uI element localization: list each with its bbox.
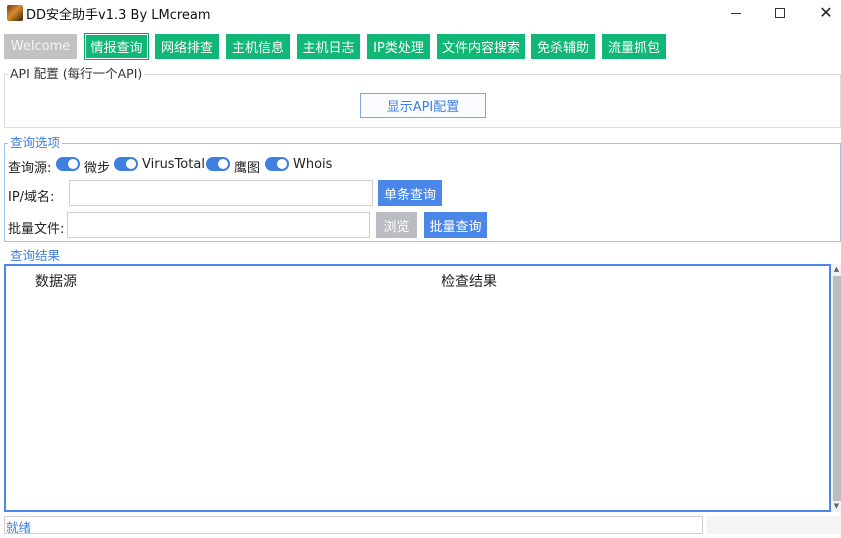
tab-label: 免杀辅助 [536, 41, 589, 56]
tab-welcome[interactable]: Welcome [4, 34, 77, 59]
tab-label: IP类处理 [373, 41, 424, 56]
toggle-whois[interactable] [265, 157, 289, 171]
ip-domain-label: IP/域名: [8, 190, 55, 205]
tab-host-info[interactable]: 主机信息 [226, 34, 290, 59]
status-text: 就绪 [6, 520, 32, 535]
tab-label: 情报查询 [90, 41, 143, 56]
tab-label: 主机信息 [231, 41, 284, 56]
scrollbar-thumb[interactable] [833, 276, 841, 501]
toggle-knob [68, 159, 78, 169]
source-label-whois: Whois [293, 157, 333, 172]
tab-ip-processing[interactable]: IP类处理 [367, 34, 430, 59]
close-icon: ✕ [819, 3, 833, 22]
ip-domain-input[interactable] [69, 180, 373, 206]
tab-label: 文件内容搜索 [441, 41, 520, 56]
maximize-icon [775, 8, 785, 18]
results-table[interactable] [4, 264, 831, 512]
tab-intel-query[interactable]: 情报查询 [84, 33, 149, 60]
toggle-threatbook[interactable] [56, 157, 80, 171]
batch-file-label: 批量文件: [8, 222, 65, 237]
source-label-hunter: 鹰图 [234, 161, 261, 176]
status-bar-extra [707, 516, 841, 534]
status-bar [4, 516, 703, 534]
toggle-knob [277, 159, 287, 169]
minimize-icon [731, 12, 741, 14]
window-title: DD安全助手v1.3 By LMcream [26, 8, 211, 23]
query-options-title: 查询选项 [8, 135, 63, 150]
tab-file-content-search[interactable]: 文件内容搜索 [437, 34, 525, 59]
tab-network-check[interactable]: 网络排查 [155, 34, 219, 59]
maximize-button[interactable] [757, 0, 803, 26]
tab-label: 网络排查 [160, 41, 213, 56]
tab-packet-capture[interactable]: 流量抓包 [602, 34, 666, 59]
column-header-result[interactable]: 检查结果 [441, 271, 497, 291]
show-api-config-button[interactable]: 显示API配置 [360, 93, 486, 118]
close-button[interactable]: ✕ [803, 0, 841, 26]
toggle-virustotal[interactable] [114, 157, 138, 171]
source-label-virustotal: VirusTotal [142, 157, 205, 172]
column-header-source[interactable]: 数据源 [35, 271, 77, 291]
toggle-knob [218, 159, 228, 169]
tab-host-log[interactable]: 主机日志 [297, 34, 360, 59]
tab-label: 流量抓包 [607, 41, 660, 56]
batch-file-input[interactable] [67, 212, 370, 238]
scroll-up-icon[interactable]: ▲ [832, 264, 841, 274]
single-query-button[interactable]: 单条查询 [378, 180, 442, 206]
tab-label: 主机日志 [302, 41, 355, 56]
toggle-hunter[interactable] [206, 157, 230, 171]
query-source-label: 查询源: [8, 161, 52, 176]
tab-av-evasion[interactable]: 免杀辅助 [531, 34, 595, 59]
toggle-knob [126, 159, 136, 169]
batch-query-button[interactable]: 批量查询 [424, 212, 487, 238]
api-config-title: API 配置 (每行一个API) [8, 66, 145, 81]
browse-button[interactable]: 浏览 [376, 212, 417, 238]
scroll-down-icon[interactable]: ▼ [832, 501, 841, 511]
app-icon [7, 5, 23, 21]
minimize-button[interactable] [713, 0, 759, 26]
tab-label: Welcome [10, 39, 71, 54]
source-label-threatbook: 微步 [84, 161, 111, 176]
results-title: 查询结果 [8, 248, 63, 263]
